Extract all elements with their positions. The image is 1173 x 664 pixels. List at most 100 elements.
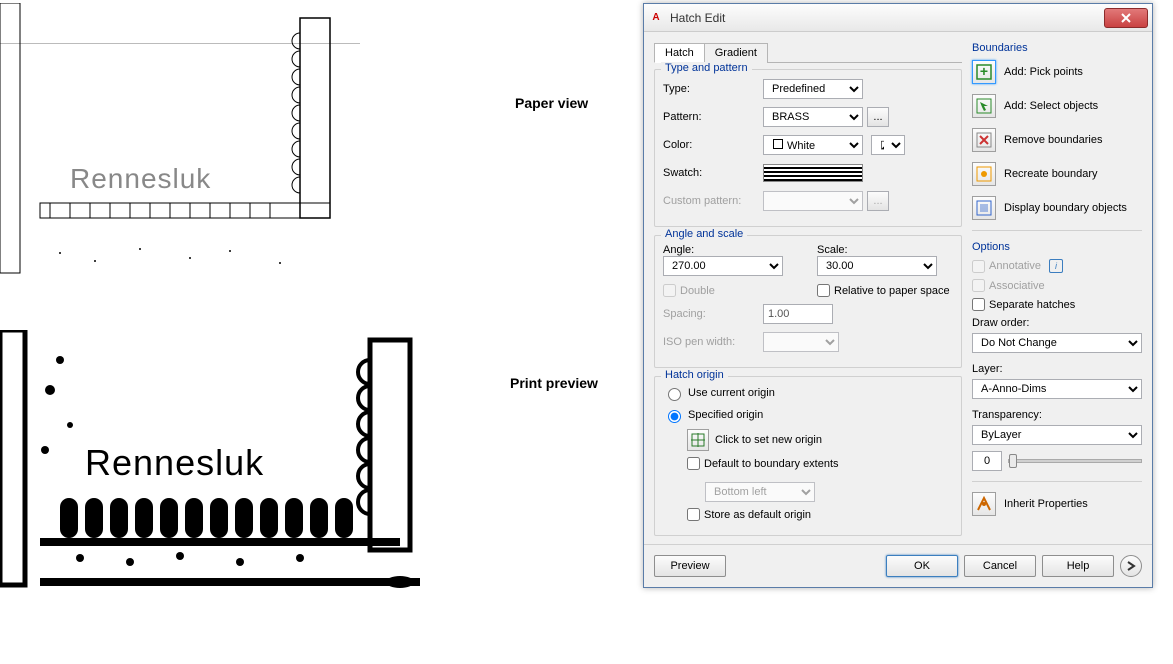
specified-origin-radio[interactable] [668, 410, 681, 423]
custom-pattern-label: Custom pattern: [663, 195, 763, 207]
transparency-label: Transparency: [972, 409, 1142, 421]
transparency-value: 0 [972, 451, 1002, 471]
extents-position-select: Bottom left [705, 482, 815, 502]
tabs: Hatch Gradient [654, 42, 962, 63]
color-label: Color: [663, 139, 763, 151]
hatch-edit-dialog: A Hatch Edit Hatch Gradient Type and pat… [643, 3, 1153, 588]
close-button[interactable] [1104, 8, 1148, 28]
inherit-icon [976, 496, 992, 512]
type-select[interactable]: Predefined [763, 79, 863, 99]
boundary-remove[interactable]: Remove boundaries [972, 128, 1142, 152]
print-preview-text: Rennesluk [85, 442, 264, 484]
boundary-display[interactable]: Display boundary objects [972, 196, 1142, 220]
bg-color-select[interactable]: ◪ [871, 135, 905, 155]
legend-type-pattern: Type and pattern [661, 62, 752, 74]
relative-checkbox[interactable] [817, 284, 830, 297]
paper-view-drawing: Rennesluk [0, 3, 360, 278]
custom-pattern-select [763, 191, 863, 211]
set-new-origin-label: Click to set new origin [715, 434, 822, 446]
angle-select[interactable]: 270.00 [663, 256, 783, 276]
transparency-select[interactable]: ByLayer [972, 425, 1142, 445]
legend-angle-scale: Angle and scale [661, 228, 747, 240]
pattern-browse-button[interactable]: ... [867, 107, 889, 127]
group-angle-scale: Angle and scale Angle: 270.00 Scale: 30.… [654, 235, 962, 368]
angle-label: Angle: [663, 244, 799, 256]
dialog-title: Hatch Edit [670, 11, 1104, 25]
transparency-slider[interactable] [1008, 459, 1142, 463]
recreate-boundary-icon [976, 166, 992, 182]
paper-view-label: Paper view [515, 95, 588, 111]
pick-points-icon: + [976, 64, 992, 80]
tab-hatch[interactable]: Hatch [654, 43, 705, 63]
boundary-pick-points-label: Add: Pick points [1004, 66, 1083, 78]
relative-label: Relative to paper space [834, 285, 950, 297]
paper-view-text: Rennesluk [70, 163, 211, 195]
display-boundary-icon [976, 200, 992, 216]
associative-label: Associative [989, 280, 1045, 292]
boundary-recreate-label: Recreate boundary [1004, 168, 1098, 180]
boundary-remove-label: Remove boundaries [1004, 134, 1102, 146]
color-select[interactable] [763, 135, 863, 155]
separate-hatches-label: Separate hatches [989, 299, 1075, 311]
use-current-origin-radio[interactable] [668, 388, 681, 401]
dialog-footer: Preview OK Cancel Help [644, 544, 1152, 587]
chevron-right-icon [1126, 561, 1136, 571]
boundaries-title: Boundaries [972, 42, 1142, 54]
info-icon[interactable]: i [1049, 259, 1063, 273]
svg-text:+: + [980, 64, 988, 79]
annotative-label: Annotative [989, 260, 1041, 272]
options-title: Options [972, 241, 1142, 253]
use-current-origin-label: Use current origin [688, 387, 775, 399]
crosshair-icon [691, 433, 705, 447]
custom-pattern-browse-button: ... [867, 191, 889, 211]
pattern-label: Pattern: [663, 111, 763, 123]
separate-hatches-checkbox[interactable] [972, 298, 985, 311]
boundary-display-label: Display boundary objects [1004, 202, 1127, 214]
cancel-button[interactable]: Cancel [964, 555, 1036, 577]
tab-gradient[interactable]: Gradient [704, 43, 768, 63]
double-checkbox [663, 284, 676, 297]
double-label: Double [680, 285, 715, 297]
scale-select[interactable]: 30.00 [817, 256, 937, 276]
iso-pen-label: ISO pen width: [663, 336, 763, 348]
set-new-origin-button[interactable] [687, 429, 709, 451]
expand-button[interactable] [1120, 555, 1142, 577]
associative-checkbox [972, 279, 985, 292]
inherit-properties[interactable]: Inherit Properties [972, 492, 1142, 516]
specified-origin-label: Specified origin [688, 409, 763, 421]
ok-button[interactable]: OK [886, 555, 958, 577]
annotative-checkbox [972, 260, 985, 273]
group-type-pattern: Type and pattern Type: Predefined Patter… [654, 69, 962, 227]
layer-label: Layer: [972, 363, 1142, 375]
preview-button[interactable]: Preview [654, 555, 726, 577]
print-preview-label: Print preview [510, 375, 598, 391]
legend-hatch-origin: Hatch origin [661, 369, 728, 381]
remove-boundaries-icon [976, 132, 992, 148]
print-preview-drawing: Rennesluk [0, 330, 435, 590]
left-preview-area: Paper view Print preview [0, 0, 640, 664]
swatch-preview[interactable] [763, 164, 863, 182]
select-objects-icon [976, 98, 992, 114]
titlebar[interactable]: A Hatch Edit [644, 4, 1152, 32]
type-label: Type: [663, 83, 763, 95]
boundary-recreate[interactable]: Recreate boundary [972, 162, 1142, 186]
boundary-pick-points[interactable]: + Add: Pick points [972, 60, 1142, 84]
draw-order-select[interactable]: Do Not Change [972, 333, 1142, 353]
default-extents-checkbox[interactable] [687, 457, 700, 470]
iso-pen-select [763, 332, 839, 352]
spacing-label: Spacing: [663, 308, 763, 320]
app-icon: A [648, 10, 664, 26]
store-default-origin-checkbox[interactable] [687, 508, 700, 521]
draw-order-label: Draw order: [972, 317, 1142, 329]
store-default-origin-label: Store as default origin [704, 509, 811, 521]
swatch-label: Swatch: [663, 167, 763, 179]
default-extents-label: Default to boundary extents [704, 458, 839, 470]
boundary-select-objects[interactable]: Add: Select objects [972, 94, 1142, 118]
boundary-select-objects-label: Add: Select objects [1004, 100, 1098, 112]
close-icon [1120, 12, 1132, 24]
pattern-select[interactable]: BRASS [763, 107, 863, 127]
layer-select[interactable]: A-Anno-Dims [972, 379, 1142, 399]
help-button[interactable]: Help [1042, 555, 1114, 577]
group-hatch-origin: Hatch origin Use current origin Specifie… [654, 376, 962, 536]
inherit-properties-label: Inherit Properties [1004, 498, 1088, 510]
